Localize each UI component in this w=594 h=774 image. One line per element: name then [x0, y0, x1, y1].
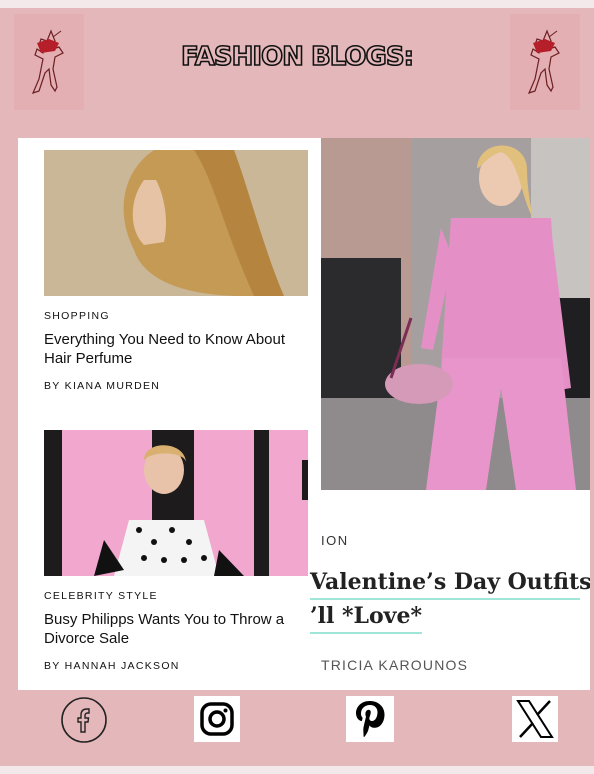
fashion-figure-icon: [527, 29, 560, 94]
article-headline[interactable]: Busy Philipps Wants You to Throw a Divor…: [44, 610, 308, 648]
feature-image-pink-outfit[interactable]: [321, 138, 590, 490]
feature-byline: TRICIA KAROUNOS: [321, 657, 469, 673]
logo-right[interactable]: [510, 14, 580, 110]
article-image-celebrity[interactable]: [44, 430, 308, 576]
social-bar: [0, 696, 594, 756]
top-border: [0, 0, 594, 8]
article-headline[interactable]: Everything You Need to Know About Hair P…: [44, 330, 308, 368]
pinterest-icon: [356, 701, 385, 738]
x-button[interactable]: [512, 696, 558, 742]
feature-headline-line-1: Valentine’s Day Outfits T: [310, 566, 590, 600]
article-card-hair-perfume[interactable]: SHOPPING Everything You Need to Know Abo…: [44, 150, 308, 392]
feature-headline[interactable]: Valentine’s Day Outfits T ’ll *Love*: [310, 566, 590, 634]
feature-category: ION: [321, 533, 349, 548]
facebook-icon: [61, 697, 107, 743]
article-card-divorce-sale[interactable]: CELEBRITY STYLE Busy Philipps Wants You …: [44, 430, 308, 672]
pinterest-button[interactable]: [346, 696, 394, 742]
article-category: SHOPPING: [44, 310, 110, 322]
x-icon: [516, 700, 554, 738]
article-image-hair[interactable]: [44, 150, 308, 296]
facebook-button[interactable]: [60, 696, 108, 744]
header: FASHION BLOGS:: [0, 8, 594, 120]
article-byline: BY KIANA MURDEN: [44, 380, 161, 392]
blog-content-panel: SHOPPING Everything You Need to Know Abo…: [18, 138, 590, 690]
article-category: CELEBRITY STYLE: [44, 590, 158, 602]
feature-headline-line-2: ’ll *Love*: [310, 600, 422, 634]
article-byline: BY HANNAH JACKSON: [44, 660, 180, 672]
instagram-button[interactable]: [194, 696, 240, 742]
page-title: FASHION BLOGS:: [180, 41, 415, 73]
instagram-icon: [200, 702, 234, 736]
bottom-border: [0, 766, 594, 774]
